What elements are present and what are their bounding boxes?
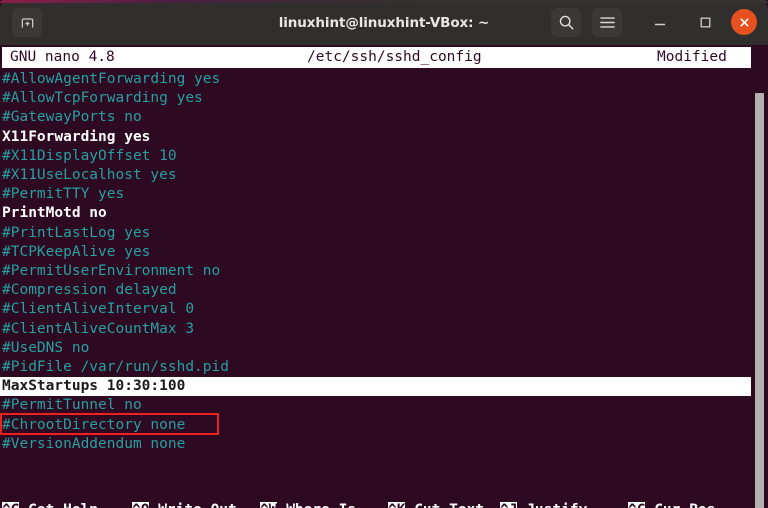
shortcut-item[interactable]: ^C Cur Pos — [628, 500, 715, 508]
editor-line[interactable]: #X11DisplayOffset 10 — [2, 147, 177, 166]
shortcut-item[interactable]: ^K Cut Text — [388, 500, 484, 508]
nano-editor-area[interactable]: #AllowAgentForwarding yes #AllowTcpForwar… — [0, 70, 751, 455]
editor-line[interactable]: #PermitUserEnvironment no — [2, 262, 220, 281]
shortcut-key: ^W — [260, 502, 278, 508]
editor-line[interactable]: #PidFile /var/run/sshd.pid — [2, 358, 229, 377]
terminal-scrollbar[interactable] — [754, 93, 765, 508]
new-tab-button[interactable] — [12, 8, 42, 37]
shortcut-item[interactable]: ^G Get Help — [2, 500, 98, 508]
editor-line[interactable]: #PermitTTY yes — [2, 185, 124, 204]
maximize-button[interactable] — [690, 8, 720, 37]
shortcut-key: ^K — [388, 502, 406, 508]
editor-line[interactable]: #AllowAgentForwarding yes — [2, 70, 220, 89]
editor-line[interactable]: #ClientAliveInterval 0 — [2, 300, 194, 319]
shortcut-key: ^J — [500, 502, 518, 508]
editor-line[interactable]: #X11UseLocalhost yes — [2, 166, 177, 185]
close-icon — [739, 17, 749, 27]
search-icon — [559, 15, 573, 30]
minimize-button[interactable] — [645, 8, 675, 37]
shortcut-item[interactable]: ^O Write Out — [132, 500, 237, 508]
shortcut-label: Where Is — [277, 502, 356, 508]
editor-line[interactable]: #TCPKeepAlive yes — [2, 243, 150, 262]
new-tab-icon — [21, 18, 33, 28]
editor-line[interactable]: X11Forwarding yes — [2, 128, 150, 147]
editor-line-highlighted[interactable]: MaxStartups 10:30:100 — [0, 377, 751, 397]
shortcut-label: Cut Text — [405, 502, 484, 508]
editor-line[interactable]: #ClientAliveCountMax 3 — [2, 320, 194, 339]
editor-line[interactable]: #PrintLastLog yes — [2, 224, 150, 243]
shortcut-label: Cur Pos — [645, 502, 715, 508]
editor-line[interactable]: #AllowTcpForwarding yes — [2, 89, 203, 108]
shortcut-label: Justify — [517, 502, 587, 508]
scrollbar-thumb[interactable] — [755, 93, 764, 508]
editor-line[interactable]: #VersionAddendum none — [2, 435, 185, 454]
shortcut-item[interactable]: ^W Where Is — [260, 500, 356, 508]
hamburger-menu-icon — [599, 17, 615, 28]
shortcut-key: ^C — [628, 502, 646, 508]
editor-line[interactable]: #GatewayPorts no — [2, 108, 142, 127]
shortcut-label: Write Out — [149, 502, 237, 508]
editor-line[interactable]: PrintMotd no — [2, 204, 107, 223]
editor-line[interactable]: #Compression delayed — [2, 281, 177, 300]
maximize-icon — [700, 17, 710, 28]
shortcut-label: Get Help — [19, 502, 98, 508]
minimize-icon — [654, 23, 666, 25]
shortcut-key: ^O — [132, 502, 150, 508]
menu-button[interactable] — [592, 8, 622, 37]
terminal-window-screenshot: linuxhint@linuxhint-VBox: ~ GNU nano 4.8… — [0, 0, 768, 508]
search-button[interactable] — [551, 8, 581, 37]
editor-line[interactable]: #PermitTunnel no — [2, 396, 142, 415]
titlebar-accent-stripe — [0, 0, 768, 3]
shortcut-key: ^G — [2, 502, 20, 508]
nano-file-path: /etc/ssh/sshd_config — [307, 49, 482, 65]
editor-line[interactable]: #UseDNS no — [2, 339, 89, 358]
nano-modified-status: Modified — [657, 49, 727, 65]
nano-version-label: GNU nano 4.8 — [10, 49, 115, 65]
nano-shortcut-bar: ^G Get Help ^O Write Out ^W Where Is ^K Cut… — [0, 500, 751, 508]
close-button[interactable] — [731, 9, 757, 35]
terminal-body[interactable]: GNU nano 4.8 /etc/ssh/sshd_config Modifi… — [0, 45, 768, 508]
editor-line[interactable]: #ChrootDirectory none — [2, 416, 185, 435]
shortcut-item[interactable]: ^J Justify — [500, 500, 587, 508]
nano-header-bar: GNU nano 4.8 /etc/ssh/sshd_config Modifi… — [2, 47, 751, 68]
window-titlebar: linuxhint@linuxhint-VBox: ~ — [0, 0, 768, 45]
